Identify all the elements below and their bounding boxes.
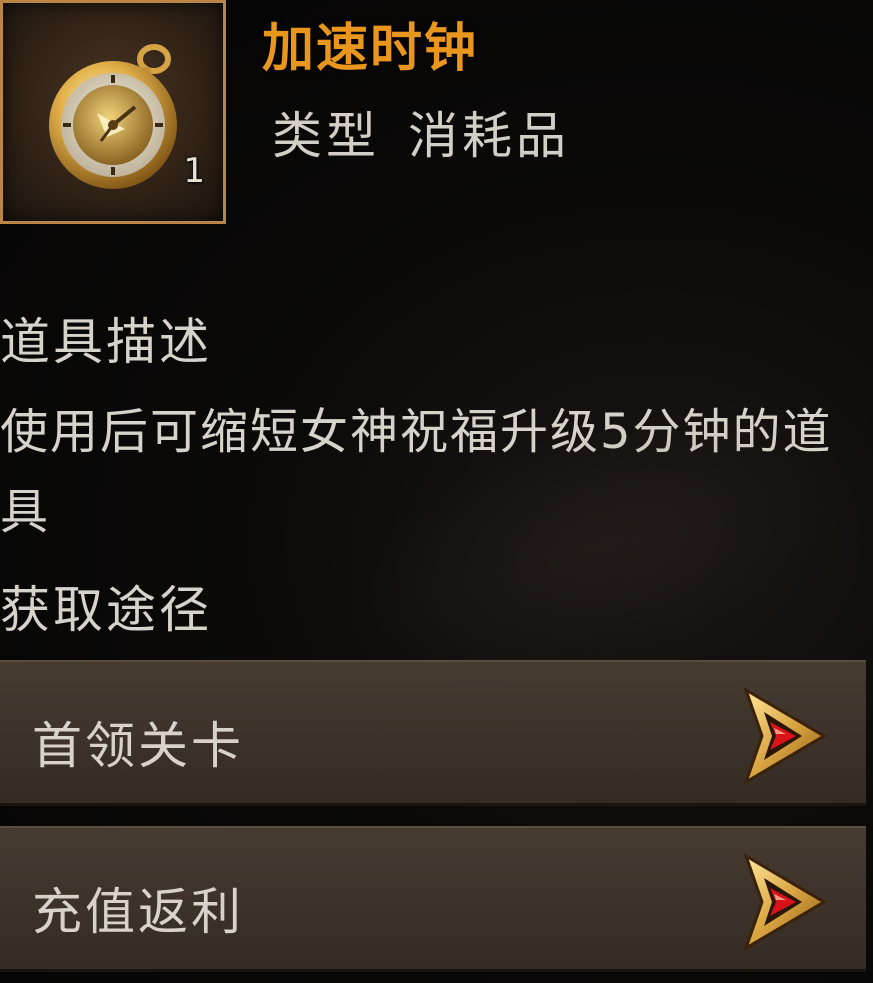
item-type-value: 消耗品 <box>408 107 570 165</box>
item-type: 类型 消耗品 <box>272 96 570 168</box>
source-button-label: 首领关卡 <box>32 717 244 775</box>
source-button-label: 充值返利 <box>32 883 244 941</box>
item-count: 1 <box>183 151 205 191</box>
item-icon-slot: 1 <box>0 0 226 224</box>
description-text: 使用后可缩短女神祝福升级5分钟的道具 <box>0 404 833 540</box>
item-type-label: 类型 <box>272 107 380 165</box>
sources-title: 获取途径 <box>0 581 212 639</box>
source-button-recharge-rebate[interactable]: 充值返利 <box>0 826 866 972</box>
description-title: 道具描述 <box>0 313 212 371</box>
source-button-boss-stage[interactable]: 首领关卡 <box>0 660 866 806</box>
pocket-watch-icon <box>49 44 177 189</box>
arrow-right-icon[interactable] <box>740 684 828 788</box>
arrow-right-icon[interactable] <box>740 850 828 954</box>
item-name: 加速时钟 <box>262 19 479 79</box>
item-tooltip-panel: 1 加速时钟 类型 消耗品 道具描述 使用后可缩短女神祝福升级5分钟的道具 获取途… <box>0 0 873 983</box>
